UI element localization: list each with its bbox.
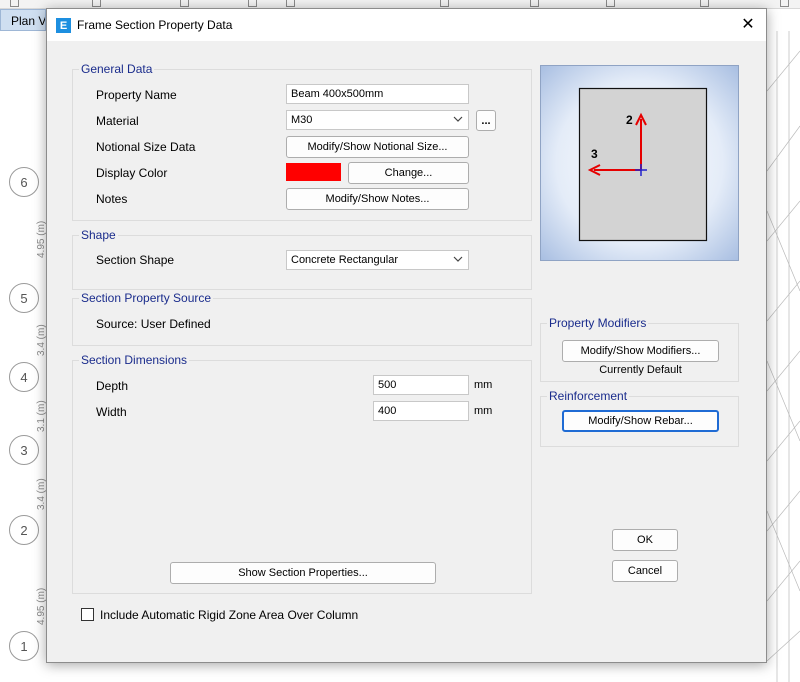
close-icon[interactable]: ✕ — [737, 15, 759, 35]
group-title: Property Modifiers — [547, 316, 649, 330]
chevron-down-icon — [453, 254, 463, 264]
grid-bubble: 3 — [9, 435, 39, 465]
grid-bubble: 4 — [9, 362, 39, 392]
group-title: Section Dimensions — [79, 353, 190, 367]
notes-button[interactable]: Modify/Show Notes... — [286, 188, 469, 210]
change-color-button[interactable]: Change... — [348, 162, 469, 184]
toolbar-icon[interactable] — [700, 0, 709, 7]
section-preview: 2 3 — [540, 65, 739, 261]
rigid-zone-checkbox-label[interactable]: Include Automatic Rigid Zone Area Over C… — [100, 608, 358, 622]
grid-bubble: 6 — [9, 167, 39, 197]
notes-label: Notes — [96, 192, 128, 206]
property-modifiers-group: Property Modifiers Modify/Show Modifiers… — [540, 316, 739, 382]
grid-bubble: 1 — [9, 631, 39, 661]
ok-button[interactable]: OK — [612, 529, 678, 551]
section-preview-drawing: 2 3 — [540, 65, 739, 261]
modify-modifiers-button[interactable]: Modify/Show Modifiers... — [562, 340, 719, 362]
section-dimensions-group: Section Dimensions Depth 500 mm Width 40… — [72, 353, 532, 594]
modifiers-status: Currently Default — [599, 364, 682, 376]
toolbar-icon[interactable] — [286, 0, 295, 7]
toolbar-icon[interactable] — [606, 0, 615, 7]
depth-field[interactable]: 500 — [373, 375, 469, 395]
plan-view-tab[interactable]: Plan Vi — [0, 9, 46, 31]
notional-size-label: Notional Size Data — [96, 140, 196, 154]
etabs-app-icon: E — [56, 18, 71, 33]
show-section-properties-button[interactable]: Show Section Properties... — [170, 562, 436, 584]
chevron-down-icon — [453, 114, 463, 124]
model-wireframe — [767, 31, 800, 682]
toolbar-icon[interactable] — [780, 0, 789, 7]
general-data-group: General Data Property Name Beam 400x500m… — [72, 62, 532, 221]
width-unit: mm — [474, 405, 493, 417]
material-more-button[interactable]: ... — [476, 110, 496, 131]
width-field[interactable]: 400 — [373, 401, 469, 421]
toolbar-icon[interactable] — [10, 0, 19, 7]
width-label: Width — [96, 405, 127, 419]
material-select[interactable]: M30 — [286, 110, 469, 130]
depth-label: Depth — [96, 379, 129, 393]
property-name-field[interactable]: Beam 400x500mm — [286, 84, 469, 104]
section-shape-label: Section Shape — [96, 253, 175, 267]
grid-bubble: 5 — [9, 283, 39, 313]
toolbar-icon[interactable] — [92, 0, 101, 7]
display-color-label: Display Color — [96, 166, 168, 180]
toolbar-icon[interactable] — [180, 0, 189, 7]
toolbar-icon[interactable] — [440, 0, 449, 7]
property-source-text: Source: User Defined — [96, 317, 211, 331]
modify-rebar-button[interactable]: Modify/Show Rebar... — [562, 410, 719, 432]
material-label: Material — [96, 114, 139, 128]
group-title: General Data — [79, 62, 155, 76]
group-title: Section Property Source — [79, 291, 214, 305]
notional-size-button[interactable]: Modify/Show Notional Size... — [286, 136, 469, 158]
property-name-label: Property Name — [96, 88, 177, 102]
cancel-button[interactable]: Cancel — [612, 560, 678, 582]
display-color-swatch — [286, 163, 341, 181]
shape-group: Shape Section Shape Concrete Rectangular — [72, 228, 532, 290]
grid-bubble: 2 — [9, 515, 39, 545]
rigid-zone-checkbox[interactable] — [81, 608, 94, 621]
axis-2-label: 2 — [626, 113, 633, 127]
group-title: Shape — [79, 228, 118, 242]
reinforcement-group: Reinforcement Modify/Show Rebar... — [540, 389, 739, 447]
axis-3-label: 3 — [591, 147, 598, 161]
frame-section-dialog: E Frame Section Property Data ✕ General … — [46, 8, 767, 663]
toolbar-icon[interactable] — [248, 0, 257, 7]
section-shape-value: Concrete Rectangular — [291, 254, 399, 266]
depth-unit: mm — [474, 379, 493, 391]
group-title: Reinforcement — [547, 389, 630, 403]
dialog-title: Frame Section Property Data — [77, 18, 233, 32]
dialog-titlebar[interactable]: E Frame Section Property Data ✕ — [47, 9, 766, 41]
section-property-source-group: Section Property Source Source: User Def… — [72, 291, 532, 346]
toolbar-icon[interactable] — [530, 0, 539, 7]
material-value: M30 — [291, 114, 313, 126]
section-shape-select[interactable]: Concrete Rectangular — [286, 250, 469, 270]
